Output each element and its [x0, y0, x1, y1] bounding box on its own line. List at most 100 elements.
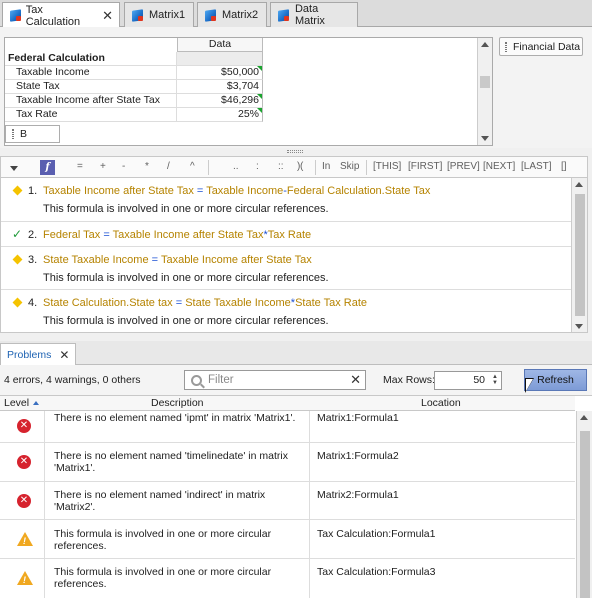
row-label: Taxable Income — [5, 66, 177, 80]
formula-text: Taxable Income after State Tax = Taxable… — [43, 185, 431, 197]
cell-value[interactable]: 25% — [177, 108, 263, 122]
toolbar-separator — [208, 160, 209, 175]
scroll-up-icon[interactable] — [580, 415, 588, 420]
op-multiply[interactable]: * — [145, 161, 149, 172]
keyword-last[interactable]: [LAST] — [521, 161, 552, 172]
table-row[interactable]: ✕ There is no element named 'timelinedat… — [0, 443, 575, 482]
problem-summary: 4 errors, 4 warnings, 0 others — [4, 374, 141, 386]
mouse-cursor-icon — [525, 378, 534, 393]
table-header: Level Description Location — [0, 396, 575, 411]
formula-message: This formula is involved in one or more … — [43, 203, 329, 215]
formula-item[interactable]: 3. State Taxable Income = Taxable Income… — [1, 247, 573, 290]
financial-data-button[interactable]: Financial Data — [499, 37, 583, 56]
keyword-this[interactable]: [THIS] — [373, 161, 401, 172]
error-icon: ✕ — [17, 419, 31, 433]
scroll-thumb[interactable] — [480, 76, 490, 88]
scroll-down-icon[interactable] — [481, 136, 489, 141]
cell-value[interactable]: $3,704 — [177, 80, 263, 94]
cell-value[interactable]: $46,296 — [177, 94, 263, 108]
warning-diamond-icon — [12, 297, 23, 308]
keyword-prev[interactable]: [PREV] — [447, 161, 480, 172]
op-power[interactable]: ^ — [190, 161, 195, 172]
op-range[interactable]: .. — [233, 161, 239, 172]
problems-tab-label: Problems — [7, 348, 52, 361]
grid-row[interactable]: Taxable Income $50,000 — [5, 66, 263, 80]
problem-location: Tax Calculation:Formula3 — [317, 566, 436, 578]
grip-dots-icon — [287, 150, 303, 153]
filter-input[interactable]: Filter ✕ — [184, 370, 366, 390]
keyword-skip[interactable]: Skip — [340, 161, 359, 172]
scroll-thumb[interactable] — [580, 431, 590, 598]
clear-icon[interactable]: ✕ — [350, 372, 361, 388]
op-divide[interactable]: / — [167, 161, 170, 172]
grid-row[interactable]: Federal Calculation — [5, 52, 263, 66]
matrix-cube-icon — [277, 9, 290, 22]
op-colon[interactable]: : — [256, 161, 259, 172]
grid-scrollbar[interactable] — [477, 38, 492, 145]
op-minus[interactable]: - — [122, 161, 125, 172]
pane-splitter[interactable] — [0, 333, 592, 341]
tab-label: Data Matrix — [294, 3, 325, 27]
column-header-data[interactable]: Data — [177, 38, 263, 52]
column-header-level[interactable]: Level — [4, 397, 40, 409]
op-double-colon[interactable]: :: — [278, 161, 284, 172]
problem-location: Matrix1:Formula2 — [317, 450, 399, 462]
formula-marker-icon — [257, 108, 262, 113]
problem-description: There is no element named 'ipmt' in matr… — [54, 412, 296, 424]
cell-value[interactable] — [177, 52, 263, 66]
column-header-location[interactable]: Location — [421, 397, 461, 409]
op-equals[interactable]: = — [77, 161, 83, 172]
scroll-thumb[interactable] — [575, 194, 585, 316]
problem-description: This formula is involved in one or more … — [54, 528, 272, 552]
scroll-down-icon[interactable] — [575, 324, 583, 329]
scroll-up-icon[interactable] — [575, 182, 583, 187]
keyword-in[interactable]: In — [322, 161, 330, 172]
op-open-paren[interactable]: ( — [300, 161, 303, 172]
keyword-brackets[interactable]: [] — [561, 161, 567, 172]
column-header-description[interactable]: Description — [151, 397, 204, 409]
filter-placeholder: Filter — [208, 374, 234, 386]
grid-row[interactable]: Taxable Income after State Tax $46,296 — [5, 94, 263, 108]
keyword-next[interactable]: [NEXT] — [483, 161, 515, 172]
tab-problems[interactable]: Problems ✕ — [0, 343, 77, 365]
tab-data-matrix[interactable]: Data Matrix — [270, 2, 358, 27]
row-label: Federal Calculation — [5, 52, 177, 66]
op-close-paren[interactable]: ) — [297, 161, 300, 172]
problems-scrollbar[interactable] — [576, 411, 592, 598]
problem-location: Matrix2:Formula1 — [317, 489, 399, 501]
formula-scrollbar[interactable] — [571, 178, 587, 332]
spinner-arrows-icon[interactable]: ▲ ▼ — [492, 374, 498, 387]
table-row[interactable]: This formula is involved in one or more … — [0, 520, 575, 559]
check-icon: ✓ — [12, 227, 23, 241]
op-plus[interactable]: + — [100, 161, 106, 172]
table-row[interactable]: ✕ There is no element named 'indirect' i… — [0, 482, 575, 520]
cell-value[interactable]: $50,000 — [177, 66, 263, 80]
grid-row[interactable]: Tax Rate 25% — [5, 108, 263, 122]
tab-matrix1[interactable]: Matrix1 — [124, 2, 194, 27]
table-row[interactable]: ✕ There is no element named 'ipmt' in ma… — [0, 411, 575, 443]
formula-item[interactable]: 1. Taxable Income after State Tax = Taxa… — [1, 178, 573, 222]
name-field[interactable]: B — [5, 125, 60, 143]
formula-number: 4. — [28, 297, 38, 309]
grid-row[interactable]: State Tax $3,704 — [5, 80, 263, 94]
table-row[interactable]: This formula is involved in one or more … — [0, 559, 575, 598]
formula-message: This formula is involved in one or more … — [43, 315, 329, 327]
formula-item[interactable]: 4. State Calculation.State tax = State T… — [1, 290, 573, 332]
formula-text: State Taxable Income = Taxable Income af… — [43, 254, 312, 266]
tab-tax-calculation[interactable]: Tax Calculation ✕ — [2, 2, 120, 28]
close-icon[interactable]: ✕ — [59, 348, 69, 362]
tab-matrix2[interactable]: Matrix2 — [197, 2, 267, 27]
formula-item[interactable]: ✓ 2. Federal Tax = Taxable Income after … — [1, 222, 573, 247]
pane-splitter[interactable] — [0, 148, 592, 156]
close-icon[interactable]: ✕ — [102, 8, 113, 24]
chevron-down-icon[interactable] — [10, 166, 18, 171]
scroll-up-icon[interactable] — [481, 42, 489, 47]
matrix-cube-icon — [9, 9, 21, 22]
tab-label: Matrix1 — [149, 9, 186, 21]
function-button[interactable]: f — [40, 160, 55, 175]
max-rows-stepper[interactable]: 50 ▲ ▼ — [434, 371, 502, 390]
formula-text: State Calculation.State tax = State Taxa… — [43, 297, 368, 309]
formula-list: 1. Taxable Income after State Tax = Taxa… — [0, 178, 588, 333]
tab-label: Matrix2 — [222, 9, 259, 21]
keyword-first[interactable]: [FIRST] — [408, 161, 442, 172]
